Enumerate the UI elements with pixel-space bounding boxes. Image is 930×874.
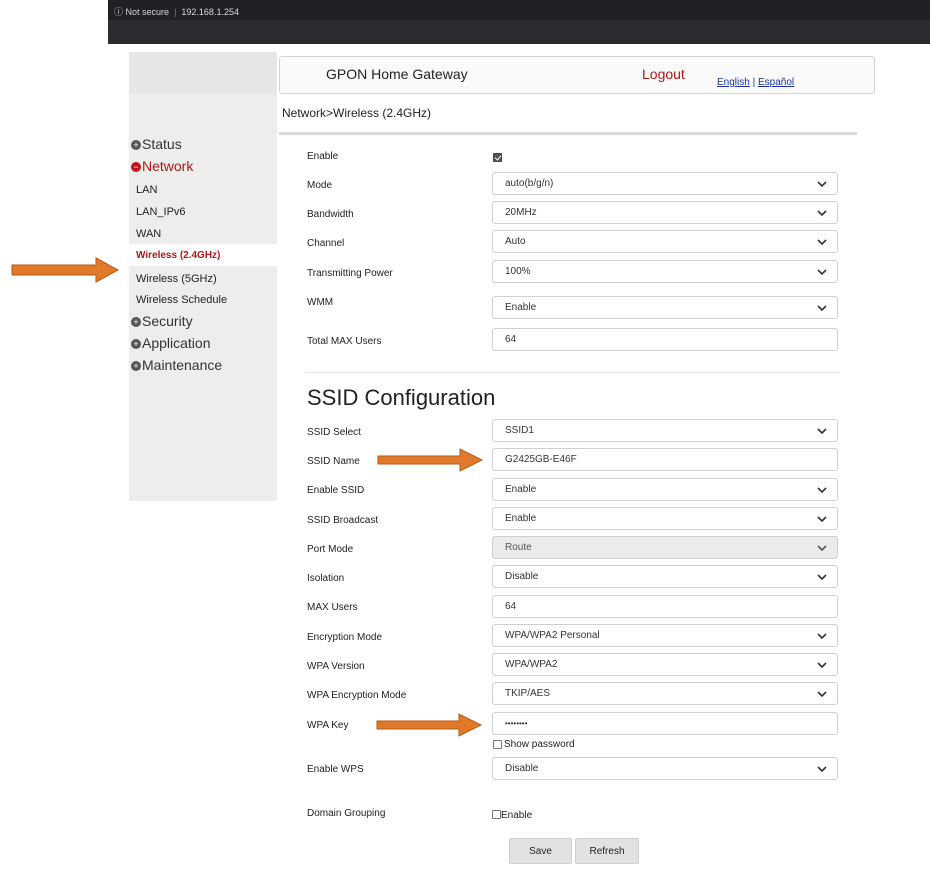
ssid-select-label: SSID Select [307,427,361,438]
chevron-down-icon [817,516,827,523]
nav-section-status[interactable]: + Status [131,136,182,152]
wpa-version-label: WPA Version [307,661,365,672]
sidebar-item-wireless-24ghz[interactable]: Wireless (2.4GHz) [136,250,220,261]
wpa-key-input[interactable]: •••••••• [492,712,838,735]
wpa-key-label: WPA Key [307,720,349,731]
enable-wps-label: Enable WPS [307,764,364,775]
breadcrumb: Network>Wireless (2.4GHz) [282,106,432,120]
enable-ssid-label: Enable SSID [307,485,365,496]
security-indicator: Not secure [125,7,170,17]
chevron-down-icon [817,766,827,773]
expand-icon: + [131,361,141,371]
mode-label: Mode [307,180,333,191]
url-text: 192.168.1.254 [181,7,239,17]
expand-icon: + [131,339,141,349]
ssid-select[interactable]: SSID1 [492,419,838,442]
chevron-down-icon [817,574,827,581]
transmitting-power-label: Transmitting Power [307,268,393,279]
sidebar-item-lan[interactable]: LAN [136,184,157,196]
chevron-down-icon [817,545,827,552]
domain-grouping-label: Domain Grouping [307,808,386,819]
expand-icon: + [131,317,141,327]
total-max-users-label: Total MAX Users [307,336,382,347]
ssid-name-label: SSID Name [307,456,360,467]
channel-select[interactable]: Auto [492,230,838,253]
browser-toolbar [108,20,930,44]
refresh-button[interactable]: Refresh [575,838,639,864]
isolation-select[interactable]: Disable [492,565,838,588]
wpa-encryption-mode-label: WPA Encryption Mode [307,690,407,701]
ssid-broadcast-label: SSID Broadcast [307,515,379,526]
sidebar-header [129,52,277,94]
app-title: GPON Home Gateway [326,66,468,82]
lang-espanol-link[interactable]: Español [758,77,794,88]
port-mode-label: Port Mode [307,544,354,555]
chevron-down-icon [817,487,827,494]
sidebar-item-wireless-schedule[interactable]: Wireless Schedule [136,294,227,306]
wpa-encryption-mode-select[interactable]: TKIP/AES [492,682,838,705]
info-icon[interactable]: ⓘ [114,7,123,17]
sidebar-item-lan-ipv6[interactable]: LAN_IPv6 [136,206,186,218]
nav-section-network[interactable]: − Network [131,158,193,174]
divider [305,372,840,373]
chevron-down-icon [817,428,827,435]
bandwidth-label: Bandwidth [307,209,354,220]
enable-ssid-select[interactable]: Enable [492,478,838,501]
divider [279,132,857,135]
chevron-down-icon [817,181,827,188]
show-password-checkbox[interactable] [493,740,502,749]
enable-checkbox[interactable] [493,153,502,162]
encryption-mode-select[interactable]: WPA/WPA2 Personal [492,624,838,647]
section-title: SSID Configuration [307,385,496,410]
encryption-mode-label: Encryption Mode [307,632,383,643]
sidebar-item-wan[interactable]: WAN [136,228,161,240]
browser-address-bar: ⓘ Not secure | 192.168.1.254 [108,0,930,44]
port-mode-select: Route [492,536,838,559]
collapse-icon: − [131,162,141,172]
nav-section-maintenance[interactable]: + Maintenance [131,357,222,373]
nav-section-application[interactable]: + Application [131,335,211,351]
address-text[interactable]: ⓘ Not secure | 192.168.1.254 [114,5,239,18]
chevron-down-icon [817,662,827,669]
annotation-arrow-icon [11,257,120,283]
language-switcher: English | Español [717,77,795,88]
wpa-version-select[interactable]: WPA/WPA2 [492,653,838,676]
show-password-label: Show password [504,739,575,750]
total-max-users-input[interactable]: 64 [492,328,838,351]
transmitting-power-select[interactable]: 100% [492,260,838,283]
chevron-down-icon [817,239,827,246]
channel-label: Channel [307,238,345,249]
nav-section-security[interactable]: + Security [131,313,193,329]
ssid-broadcast-select[interactable]: Enable [492,507,838,530]
annotation-arrow-icon [376,713,483,737]
logout-link[interactable]: Logout [642,66,685,82]
save-button[interactable]: Save [509,838,572,864]
enable-label: Enable [307,151,339,162]
max-users-input[interactable]: 64 [492,595,838,618]
chevron-down-icon [817,305,827,312]
domain-grouping-checkbox[interactable] [492,810,501,819]
chevron-down-icon [817,633,827,640]
ssid-name-input[interactable]: G2425GB-E46F [492,448,838,471]
isolation-label: Isolation [307,573,345,584]
wmm-select[interactable]: Enable [492,296,838,319]
enable-wps-select[interactable]: Disable [492,757,838,780]
chevron-down-icon [817,269,827,276]
sidebar-item-wireless-5ghz[interactable]: Wireless (5GHz) [136,273,217,285]
domain-grouping-option-label: Enable [501,810,533,821]
lang-english-link[interactable]: English [717,77,750,88]
bandwidth-select[interactable]: 20MHz [492,201,838,224]
wmm-label: WMM [307,297,334,308]
max-users-label: MAX Users [307,602,358,613]
annotation-arrow-icon [377,448,484,472]
mode-select[interactable]: auto(b/g/n) [492,172,838,195]
expand-icon: + [131,140,141,150]
chevron-down-icon [817,691,827,698]
chevron-down-icon [817,210,827,217]
